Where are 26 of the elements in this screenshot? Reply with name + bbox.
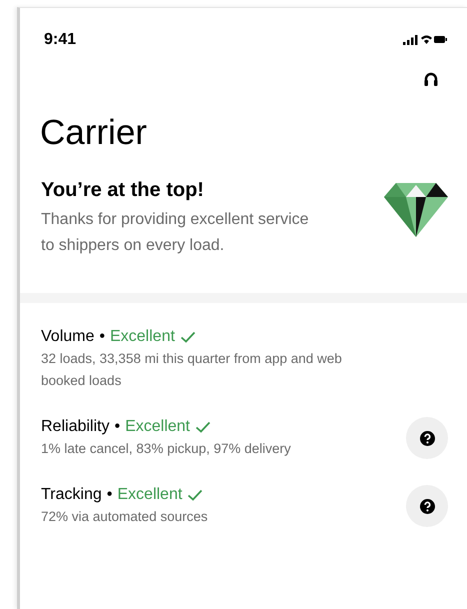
metric-name: Reliability [41, 417, 110, 437]
separator-dot: • [106, 485, 112, 505]
help-button[interactable] [406, 485, 448, 527]
page-title: Carrier [40, 113, 148, 153]
help-icon [420, 498, 434, 514]
metric-detail: 72% via automated sources [41, 508, 209, 526]
check-icon [180, 331, 196, 343]
metric-rating: Excellent [125, 417, 190, 437]
check-icon [195, 421, 211, 433]
check-icon [187, 489, 204, 501]
metric-rating: Excellent [117, 485, 182, 505]
diamond-icon [384, 183, 448, 237]
help-button[interactable] [406, 417, 448, 459]
metric-detail: 1% late cancel, 83% pickup, 97% delivery [41, 440, 292, 458]
headset-icon[interactable] [424, 72, 438, 88]
metric-rating: Excellent [110, 327, 175, 347]
help-icon [420, 430, 434, 446]
metric-name: Volume [41, 327, 94, 347]
metric-name: Tracking [41, 485, 102, 505]
banner-text: Thanks for providing excellent service to shippers on every load. [41, 210, 309, 256]
status-icons [403, 33, 447, 47]
metric-detail: 32 loads, 33,358 mi this quarter from app and web booked loads [41, 350, 343, 390]
separator-dot: • [114, 417, 120, 437]
status-time: 9:41 [44, 31, 76, 49]
separator-dot: • [99, 327, 105, 347]
banner-heading: You’re at the top! [41, 178, 205, 203]
